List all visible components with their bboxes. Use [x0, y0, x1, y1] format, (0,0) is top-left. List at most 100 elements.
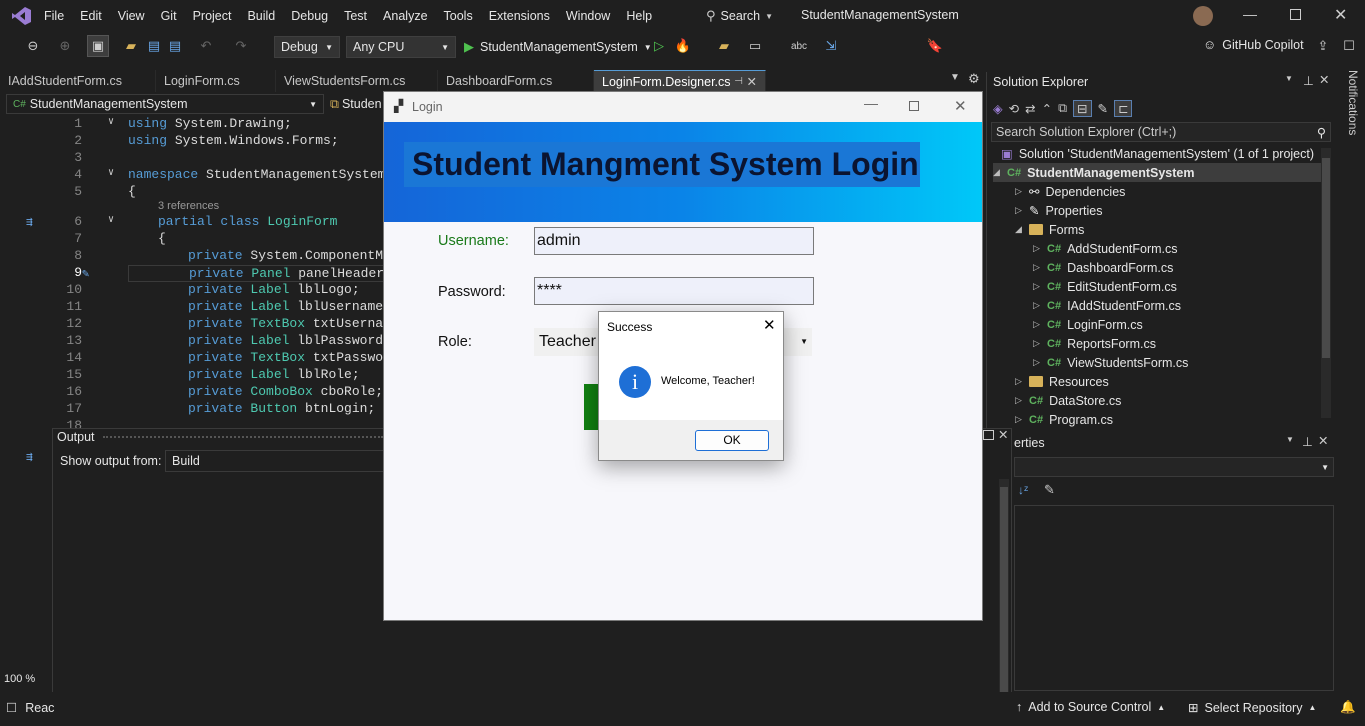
history-icon[interactable]: ⟲: [1009, 101, 1019, 116]
tree-item[interactable]: ▷ C# LoginForm.cs: [1033, 315, 1143, 334]
close-icon[interactable]: ✕: [763, 316, 776, 334]
layout-icon[interactable]: ▭: [744, 35, 766, 57]
tree-item[interactable]: ▷ C# EditStudentForm.cs: [1033, 277, 1177, 296]
project-navigation-combo[interactable]: C# StudentManagementSystem ▼: [6, 94, 324, 114]
tree-item[interactable]: ▷ C# DataStore.cs: [1015, 391, 1121, 410]
object-select[interactable]: ▼: [1014, 457, 1334, 477]
tab-loginform[interactable]: LoginForm.cs: [156, 70, 276, 92]
minimize-icon[interactable]: —: [864, 95, 878, 111]
tree-item[interactable]: ▷ ⚯ Dependencies: [1015, 182, 1125, 201]
collapse-all-icon[interactable]: ⌃: [1042, 101, 1052, 116]
collapsed-icon[interactable]: ▷: [1033, 300, 1047, 311]
drag-handle[interactable]: [103, 436, 383, 439]
preview-icon[interactable]: ⊏: [1113, 99, 1133, 117]
bookmark-icon[interactable]: 🔖: [924, 35, 946, 57]
tree-item[interactable]: ▷ ✎ Properties: [1015, 201, 1102, 220]
vs-icon[interactable]: ◈: [993, 101, 1003, 116]
notifications-tab[interactable]: Notifications: [1340, 70, 1360, 140]
tree-item[interactable]: ▷ C# AddStudentForm.cs: [1033, 239, 1178, 258]
pin-icon[interactable]: ⊥: [1302, 434, 1313, 449]
new-item-icon[interactable]: ▣: [87, 35, 109, 57]
feedback-icon[interactable]: ☐: [1338, 35, 1360, 57]
tree-item[interactable]: ▷ Resources: [1015, 372, 1109, 391]
code-lens-icon[interactable]: ⇶: [26, 215, 33, 229]
chevron-down-icon[interactable]: ▼: [1285, 74, 1293, 83]
restore-icon[interactable]: [1290, 9, 1301, 20]
menu-test[interactable]: Test: [336, 0, 375, 32]
notification-bell-icon[interactable]: 🔔: [1340, 700, 1356, 715]
collapsed-icon[interactable]: ▷: [1033, 262, 1047, 273]
close-icon[interactable]: ✕: [1334, 5, 1347, 25]
add-to-source-control-button[interactable]: ↑ Add to Source Control ▲: [1016, 700, 1165, 714]
sort-alphabetical-icon[interactable]: ↓ᶻ: [1018, 483, 1028, 497]
spell-check-icon[interactable]: abc: [788, 35, 810, 57]
sync-icon[interactable]: ⇄: [1025, 101, 1035, 116]
close-icon[interactable]: ✕: [954, 97, 967, 115]
configuration-select[interactable]: Debug ▼: [274, 36, 340, 58]
minimize-icon[interactable]: —: [1243, 6, 1257, 22]
properties-grid[interactable]: [1014, 505, 1334, 691]
pin-icon[interactable]: ⊥: [1303, 73, 1314, 88]
tab-dashboardform[interactable]: DashboardForm.cs: [438, 70, 594, 92]
tree-solution[interactable]: ▣ Solution 'StudentManagementSystem' (1 o…: [1001, 144, 1314, 163]
collapsed-icon[interactable]: ▷: [1015, 205, 1029, 216]
tree-item[interactable]: ▷ C# ReportsForm.cs: [1033, 334, 1156, 353]
scrollbar[interactable]: [1321, 148, 1331, 418]
collapsed-icon[interactable]: ▷: [1015, 186, 1029, 197]
save-all-icon[interactable]: ▤: [164, 35, 186, 57]
collapsed-icon[interactable]: ▷: [1033, 319, 1047, 330]
tab-viewstudentsform[interactable]: ViewStudentsForm.cs: [276, 70, 438, 92]
references-codelens[interactable]: 3 references: [158, 200, 219, 212]
platform-select[interactable]: Any CPU ▼: [346, 36, 456, 58]
menu-edit[interactable]: Edit: [72, 0, 110, 32]
collapsed-icon[interactable]: ▷: [1015, 376, 1029, 387]
start-debugging-button[interactable]: ▶ StudentManagementSystem ▼: [464, 36, 652, 58]
menu-extensions[interactable]: Extensions: [481, 0, 558, 32]
menu-view[interactable]: View: [110, 0, 153, 32]
collapsed-icon[interactable]: ▷: [1033, 357, 1047, 368]
close-tab-icon[interactable]: ✕: [747, 71, 757, 93]
edit-brush-icon[interactable]: ✎: [82, 266, 89, 281]
solution-search-input[interactable]: Search Solution Explorer (Ctrl+;) ⚲: [991, 122, 1331, 142]
username-input[interactable]: [534, 227, 814, 255]
collapsed-icon[interactable]: ▷: [1015, 414, 1029, 425]
maximize-icon[interactable]: [983, 430, 994, 440]
menu-tools[interactable]: Tools: [436, 0, 481, 32]
select-repository-button[interactable]: ⊞ Select Repository ▲: [1188, 700, 1316, 716]
output-source-select[interactable]: Build: [165, 450, 385, 472]
menu-file[interactable]: File: [36, 0, 72, 32]
member-navigation-combo[interactable]: ⧉ Studen: [330, 94, 382, 114]
tree-item[interactable]: ▷ C# IAddStudentForm.cs: [1033, 296, 1181, 315]
menu-help[interactable]: Help: [618, 0, 660, 32]
close-icon[interactable]: ✕: [1319, 72, 1329, 87]
password-input[interactable]: [534, 277, 814, 305]
collapse-icon[interactable]: ∨: [108, 167, 114, 179]
expanded-icon[interactable]: ◢: [993, 167, 1007, 178]
hot-reload-icon[interactable]: 🔥: [672, 35, 694, 57]
code-lens-icon[interactable]: ⇶: [26, 450, 33, 464]
tab-list-icon[interactable]: ▼: [950, 72, 960, 83]
close-icon[interactable]: ✕: [998, 427, 1008, 442]
close-icon[interactable]: ✕: [1318, 433, 1328, 448]
navigate-back-icon[interactable]: ⊖: [22, 35, 44, 57]
tree-item[interactable]: ▷ C# DashboardForm.cs: [1033, 258, 1173, 277]
scrollbar[interactable]: [999, 479, 1009, 707]
collapsed-icon[interactable]: ▷: [1033, 243, 1047, 254]
ok-button[interactable]: OK: [695, 430, 769, 451]
tab-loginform-designer[interactable]: LoginForm.Designer.cs ⊣ ✕: [594, 70, 766, 92]
pin-icon[interactable]: ⊣: [734, 71, 743, 93]
share-icon[interactable]: ⇪: [1312, 35, 1334, 57]
start-without-debugging-icon[interactable]: ▷: [648, 35, 670, 57]
properties-wrench-icon[interactable]: ✎: [1098, 101, 1108, 116]
menu-project[interactable]: Project: [185, 0, 240, 32]
visual-studio-logo-icon[interactable]: [10, 6, 32, 26]
redo-icon[interactable]: ↷: [230, 35, 252, 57]
collapsed-icon[interactable]: ▷: [1015, 395, 1029, 406]
tree-item[interactable]: ▷ C# ViewStudentsForm.cs: [1033, 353, 1188, 372]
zoom-level[interactable]: 100 %: [4, 673, 35, 685]
search-button[interactable]: ⚲ Search ▼: [706, 8, 773, 24]
collapsed-icon[interactable]: ▷: [1033, 281, 1047, 292]
undo-icon[interactable]: ↶: [195, 35, 217, 57]
open-folder-icon[interactable]: ▰: [120, 35, 142, 57]
avatar[interactable]: [1193, 6, 1213, 26]
